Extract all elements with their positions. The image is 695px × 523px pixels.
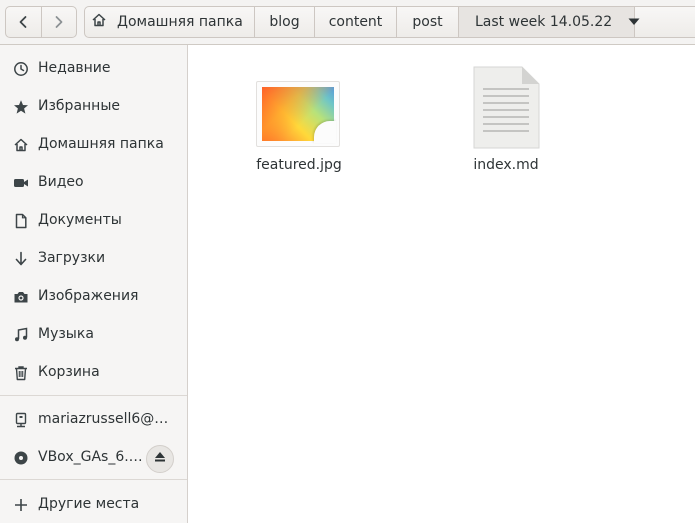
sidebar-item-label: VBox_GAs_6.… bbox=[38, 449, 143, 465]
breadcrumb-label: content bbox=[328, 14, 383, 30]
trash-icon bbox=[13, 365, 29, 381]
sidebar-item-music[interactable]: Музыка bbox=[0, 316, 187, 354]
plus-icon bbox=[13, 497, 29, 513]
document-icon bbox=[13, 213, 29, 229]
sidebar-item-label: Домашняя папка bbox=[38, 136, 164, 152]
go-previous-icon bbox=[15, 14, 31, 30]
sidebar-item-label: mariazrussell6@… bbox=[38, 411, 169, 427]
breadcrumb: Домашняя папка blog content post Last we… bbox=[84, 6, 695, 38]
camera-icon bbox=[13, 289, 29, 305]
optical-disc-icon bbox=[13, 450, 29, 466]
navigation-button-group bbox=[5, 6, 77, 38]
sidebar-item-label: Корзина bbox=[38, 364, 100, 380]
eject-icon bbox=[153, 450, 167, 468]
home-icon bbox=[91, 12, 117, 32]
breadcrumb-label: Last week 14.05.22 bbox=[475, 14, 613, 30]
sidebar-item-label: Избранные bbox=[38, 98, 120, 114]
sidebar-item-label: Документы bbox=[38, 212, 122, 228]
sidebar-item-vbox-disc[interactable]: VBox_GAs_6.… bbox=[0, 439, 187, 477]
sidebar-item-home[interactable]: Домашняя папка bbox=[0, 126, 187, 164]
file-name: featured.jpg bbox=[256, 157, 342, 173]
file-name: index.md bbox=[473, 157, 539, 173]
home-icon bbox=[13, 137, 29, 153]
forward-button[interactable] bbox=[40, 7, 76, 37]
breadcrumb-current-folder[interactable]: Last week 14.05.22 bbox=[459, 7, 640, 37]
sidebar-item-label: Музыка bbox=[38, 326, 94, 342]
sidebar-item-label: Другие места bbox=[38, 496, 140, 512]
music-note-icon bbox=[13, 327, 29, 343]
sidebar-item-other-locations[interactable]: Другие места bbox=[0, 486, 187, 523]
breadcrumb-home[interactable]: Домашняя папка bbox=[85, 7, 255, 37]
back-button[interactable] bbox=[6, 7, 41, 37]
sidebar-separator bbox=[0, 395, 187, 396]
go-next-icon bbox=[51, 14, 67, 30]
sidebar-item-label: Загрузки bbox=[38, 250, 106, 266]
sidebar-item-label: Изображения bbox=[38, 288, 139, 304]
sidebar-item-label: Недавние bbox=[38, 60, 111, 76]
sidebar-item-videos[interactable]: Видео bbox=[0, 164, 187, 202]
breadcrumb-label: Домашняя папка bbox=[117, 14, 243, 30]
sidebar-item-recent[interactable]: Недавние bbox=[0, 50, 187, 88]
sidebar-item-documents[interactable]: Документы bbox=[0, 202, 187, 240]
image-thumbnail-icon bbox=[256, 81, 340, 147]
breadcrumb-post[interactable]: post bbox=[397, 7, 459, 37]
clock-icon bbox=[13, 61, 29, 77]
sidebar: Недавние Избранные Домашняя папка Видео … bbox=[0, 45, 188, 523]
sidebar-separator bbox=[0, 479, 187, 480]
sidebar-item-network-share[interactable]: mariazrussell6@… bbox=[0, 401, 187, 439]
chevron-down-icon bbox=[628, 18, 640, 26]
sidebar-item-pictures[interactable]: Изображения bbox=[0, 278, 187, 316]
file-view: featured.jpg index.md bbox=[189, 45, 695, 523]
breadcrumb-label: blog bbox=[269, 14, 300, 30]
sidebar-item-starred[interactable]: Избранные bbox=[0, 88, 187, 126]
breadcrumb-label: post bbox=[412, 14, 443, 30]
breadcrumb-blog[interactable]: blog bbox=[255, 7, 315, 37]
network-drive-icon bbox=[13, 412, 29, 428]
text-document-icon bbox=[471, 65, 541, 155]
video-camera-icon bbox=[13, 175, 29, 191]
sidebar-item-trash[interactable]: Корзина bbox=[0, 354, 187, 392]
sidebar-item-label: Видео bbox=[38, 174, 84, 190]
download-arrow-icon bbox=[13, 251, 29, 267]
eject-button[interactable] bbox=[146, 445, 174, 473]
star-icon bbox=[13, 99, 29, 115]
sidebar-item-downloads[interactable]: Загрузки bbox=[0, 240, 187, 278]
breadcrumb-content[interactable]: content bbox=[315, 7, 397, 37]
header-bar: Домашняя папка blog content post Last we… bbox=[0, 0, 695, 45]
